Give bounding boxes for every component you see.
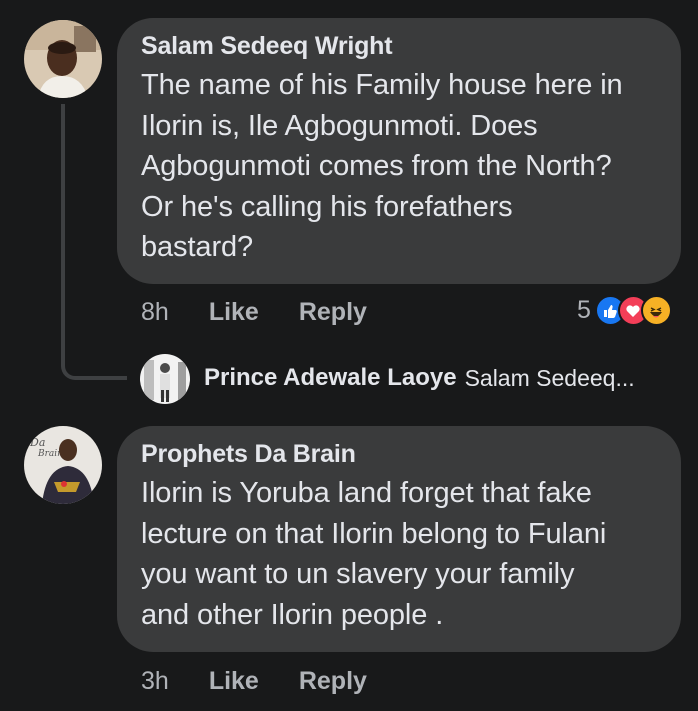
comment-timestamp[interactable]: 3h (141, 667, 169, 696)
haha-icon (640, 295, 672, 326)
comment-bubble: Salam Sedeeq Wright The name of his Fami… (117, 18, 681, 284)
comment-author[interactable]: Prophets Da Brain (141, 440, 657, 469)
like-button[interactable]: Like (209, 298, 259, 327)
svg-text:Da: Da (29, 436, 45, 449)
reply-author[interactable]: Prince Adewale Laoye (204, 364, 457, 392)
reply-button[interactable]: Reply (299, 667, 367, 696)
comment-actions: 8h Like Reply (141, 298, 367, 327)
reply-preview[interactable]: Prince Adewale Laoye Salam Sedeeq... (204, 364, 635, 392)
comment-line: Ilorin is, Ile Agbogunmoti. Does (141, 109, 538, 142)
reaction-count: 5 (577, 296, 591, 324)
comment-text: Ilorin is Yoruba land forget that fake l… (141, 473, 657, 635)
thread-connector (61, 104, 127, 380)
comment-line: Agbogunmoti comes from the North? (141, 150, 612, 182)
comment-line: The name of his Family house here in (141, 69, 623, 101)
comment-timestamp[interactable]: 8h (141, 298, 169, 327)
reply-snippet: Salam Sedeeq... (464, 364, 635, 391)
comment-bubble: Prophets Da Brain Ilorin is Yoruba land … (117, 426, 681, 652)
avatar-prince[interactable] (140, 354, 190, 404)
comment-line: lecture on that Ilorin belong to Fulani (141, 517, 607, 550)
avatar-prophets[interactable]: Da Brain (24, 426, 102, 504)
comment-author[interactable]: Salam Sedeeq Wright (141, 32, 657, 61)
comment-line: you want to un slavery your family (141, 558, 575, 590)
like-button[interactable]: Like (209, 667, 259, 696)
comment-line: bastard? (141, 231, 254, 263)
reply-button[interactable]: Reply (299, 298, 367, 327)
comment-actions: 3h Like Reply (141, 667, 367, 696)
comment-line: and other Ilorin people . (141, 598, 444, 631)
comment-line: Ilorin is Yoruba land forget that fake (141, 477, 592, 509)
reaction-summary[interactable]: 5 (577, 295, 672, 326)
comment-line: Or he's calling his forefathers (141, 190, 513, 223)
avatar-salam[interactable] (24, 20, 102, 98)
comment-text: The name of his Family house here in Ilo… (141, 65, 657, 268)
